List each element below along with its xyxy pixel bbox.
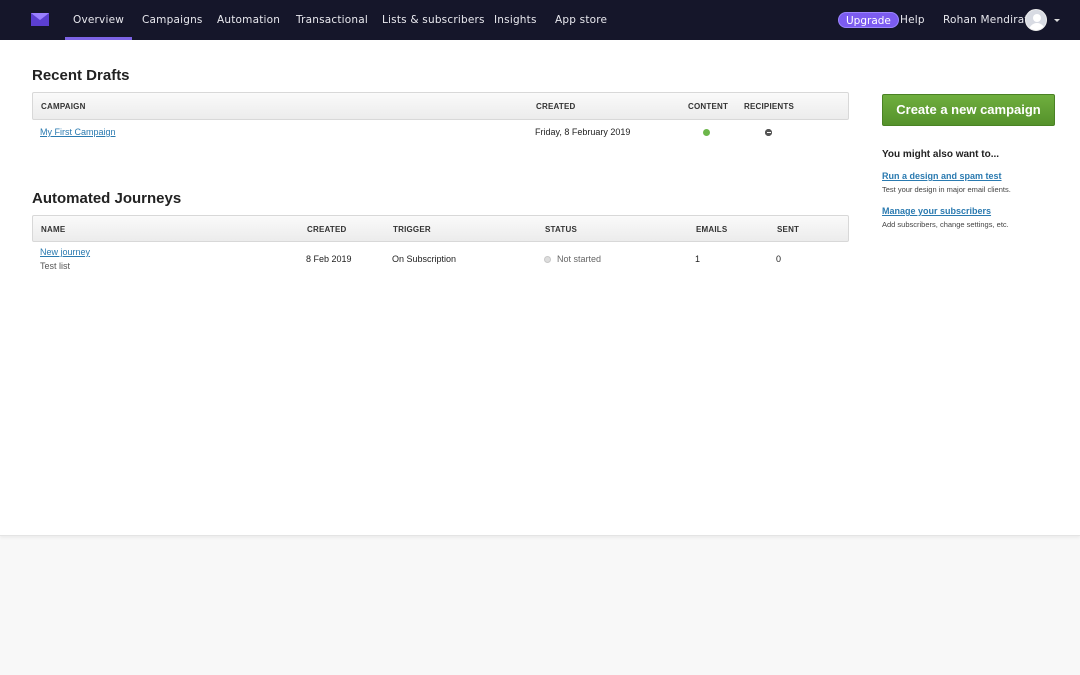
nav-app-store[interactable]: App store: [555, 0, 607, 40]
campaign-link[interactable]: My First Campaign: [40, 127, 116, 137]
nav-automation[interactable]: Automation: [217, 0, 280, 40]
content-complete-icon: [703, 129, 710, 136]
design-spam-test-desc: Test your design in major email clients.: [882, 185, 1011, 194]
help-link[interactable]: Help: [900, 0, 925, 40]
table-row: New journey Test list 8 Feb 2019 On Subs…: [32, 242, 849, 278]
nav-overview[interactable]: Overview: [64, 0, 133, 40]
journeys-table-header: NAME CREATED TRIGGER STATUS EMAILS SENT: [32, 215, 849, 242]
drafts-table-header: CAMPAIGN CREATED CONTENT RECIPIENTS: [32, 92, 849, 120]
drafts-table: CAMPAIGN CREATED CONTENT RECIPIENTS My F…: [32, 92, 849, 146]
journey-emails: 1: [695, 254, 701, 264]
journey-trigger: On Subscription: [392, 254, 457, 264]
journey-created: 8 Feb 2019: [306, 254, 352, 264]
manage-subscribers-desc: Add subscribers, change settings, etc.: [882, 220, 1009, 229]
journey-list: Test list: [40, 261, 71, 271]
upgrade-button[interactable]: Upgrade: [838, 12, 899, 28]
user-menu-name[interactable]: Rohan Mendirata: [943, 0, 1035, 40]
automated-journeys-title: Automated Journeys: [32, 190, 182, 207]
col-name[interactable]: NAME: [41, 216, 65, 243]
avatar[interactable]: [1025, 9, 1047, 31]
col-recipients: RECIPIENTS: [744, 102, 795, 111]
status-badge: Not started: [557, 254, 602, 264]
avatar-head: [1033, 14, 1041, 22]
col-status[interactable]: STATUS: [545, 216, 577, 243]
col-emails: EMAILS: [696, 225, 728, 234]
col-created[interactable]: CREATED: [536, 93, 575, 120]
manage-subscribers-link[interactable]: Manage your subscribers: [882, 206, 991, 216]
top-navigation: Overview Campaigns Automation Transactio…: [0, 0, 1080, 40]
status-not-started-icon: [544, 256, 551, 263]
journey-name-link[interactable]: New journey: [40, 247, 90, 257]
suggestions-title: You might also want to...: [882, 149, 1000, 160]
journeys-table: NAME CREATED TRIGGER STATUS EMAILS SENT …: [32, 215, 849, 278]
col-trigger: TRIGGER: [393, 225, 431, 234]
col-content: CONTENT: [688, 102, 729, 111]
recipients-incomplete-icon: [765, 129, 772, 136]
main-content: Recent Drafts CAMPAIGN CREATED CONTENT R…: [0, 40, 1080, 536]
nav-transactional[interactable]: Transactional: [296, 0, 368, 40]
campaign-monitor-logo-icon[interactable]: [31, 13, 49, 26]
minus-glyph: [766, 132, 771, 133]
col-created[interactable]: CREATED: [307, 216, 346, 243]
avatar-body: [1029, 23, 1045, 30]
chevron-down-icon[interactable]: [1054, 19, 1060, 22]
col-campaign[interactable]: CAMPAIGN: [41, 93, 86, 120]
journey-sent: 0: [776, 254, 782, 264]
created-date: Friday, 8 February 2019: [535, 127, 631, 137]
table-row: My First Campaign Friday, 8 February 201…: [32, 120, 849, 146]
design-spam-test-link[interactable]: Run a design and spam test: [882, 171, 1002, 181]
nav-insights[interactable]: Insights: [494, 0, 537, 40]
col-sent: SENT: [777, 225, 800, 234]
nav-lists-subscribers[interactable]: Lists & subscribers: [382, 0, 485, 40]
recent-drafts-title: Recent Drafts: [32, 67, 130, 84]
nav-campaigns[interactable]: Campaigns: [142, 0, 203, 40]
create-campaign-button[interactable]: Create a new campaign: [882, 94, 1055, 126]
